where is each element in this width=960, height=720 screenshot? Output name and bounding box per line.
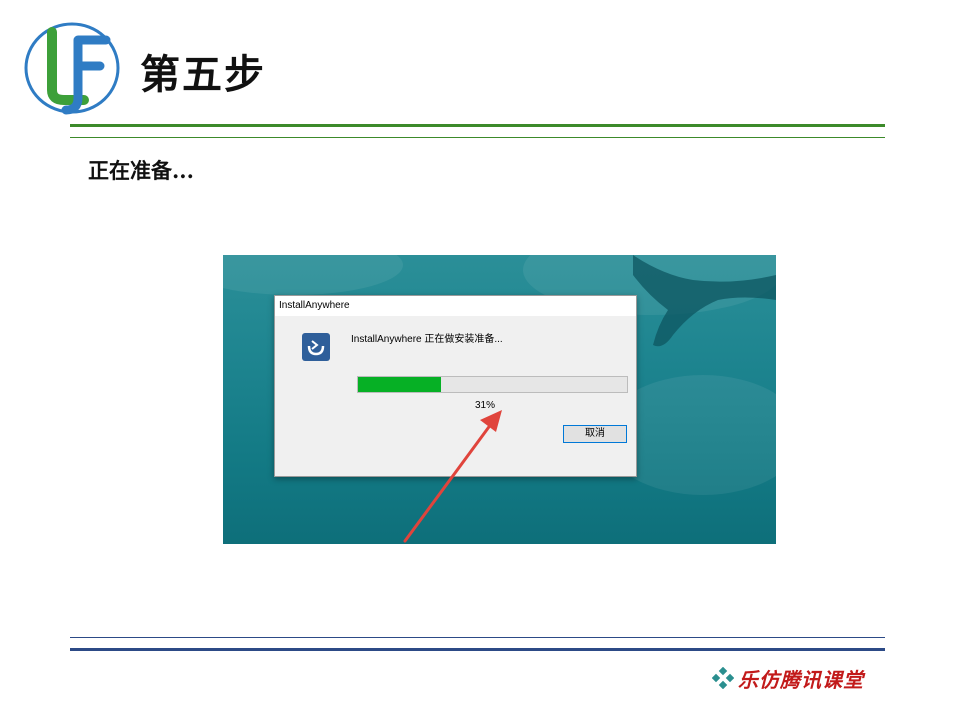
progress-fill xyxy=(358,377,442,392)
slide-subtitle: 正在准备... xyxy=(88,158,194,183)
footer-brand: 乐仿腾讯课堂 xyxy=(738,668,864,692)
progress-percent-label: 31% xyxy=(475,400,496,411)
installer-icon xyxy=(302,333,330,361)
diamond-cluster-icon xyxy=(712,667,734,689)
swimmer-silhouette xyxy=(633,255,776,347)
progress-bar xyxy=(357,376,628,393)
header-rule-thin xyxy=(70,137,885,138)
footer-rule-thick xyxy=(70,648,885,651)
installer-dialog: InstallAnywhere InstallAnywhere 正在做安装准备.… xyxy=(274,295,637,477)
cancel-button[interactable]: 取消 xyxy=(563,425,627,443)
header-rule-thick xyxy=(70,124,885,127)
lf-logo xyxy=(24,22,120,115)
installer-screenshot: InstallAnywhere InstallAnywhere 正在做安装准备.… xyxy=(223,255,776,544)
dialog-message: InstallAnywhere 正在做安装准备... xyxy=(351,334,503,345)
footer-rule-thin xyxy=(70,637,885,638)
slide-title: 第五步 xyxy=(140,52,266,98)
dialog-title: InstallAnywhere xyxy=(275,296,636,316)
